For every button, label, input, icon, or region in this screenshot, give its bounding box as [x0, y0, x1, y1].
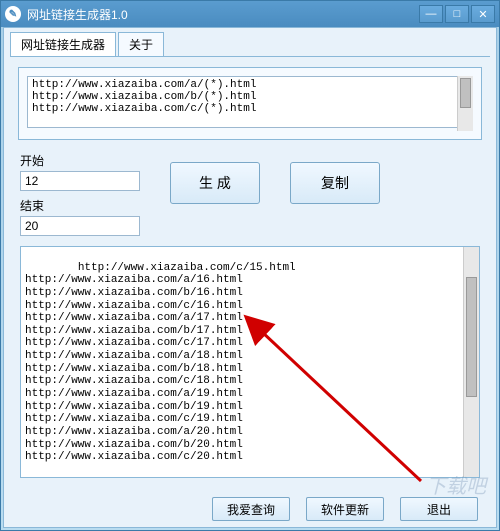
tab-about[interactable]: 关于 [118, 32, 164, 56]
controls-row: 开始 结束 生 成 复制 [18, 148, 482, 246]
start-input[interactable] [20, 171, 140, 191]
end-input[interactable] [20, 216, 140, 236]
exit-button[interactable]: 退出 [400, 497, 478, 521]
titlebar: ✎ 网址链接生成器1.0 — □ ✕ [1, 1, 499, 27]
generate-button[interactable]: 生 成 [170, 162, 260, 204]
output-content: http://www.xiazaiba.com/c/15.html http:/… [25, 262, 296, 464]
client-area: 网址链接生成器 关于 开始 结束 生 成 复制 [3, 27, 497, 528]
start-label: 开始 [20, 152, 140, 169]
minimize-button[interactable]: — [419, 5, 443, 23]
input-scrollbar[interactable] [457, 76, 473, 131]
bottom-bar: 我爱查询 软件更新 退出 [4, 497, 496, 521]
input-group [18, 67, 482, 140]
output-textarea[interactable]: http://www.xiazaiba.com/c/15.html http:/… [20, 246, 480, 478]
app-icon: ✎ [5, 6, 21, 22]
end-label: 结束 [20, 197, 140, 214]
app-window: ✎ 网址链接生成器1.0 — □ ✕ 网址链接生成器 关于 开始 [0, 0, 500, 531]
tab-generator[interactable]: 网址链接生成器 [10, 32, 116, 56]
main-panel: 开始 结束 生 成 复制 http://www.xiazaiba.com/c/1… [4, 57, 496, 488]
tab-bar: 网址链接生成器 关于 [4, 28, 496, 56]
template-textarea[interactable] [27, 76, 473, 128]
close-button[interactable]: ✕ [471, 5, 495, 23]
copy-button[interactable]: 复制 [290, 162, 380, 204]
output-scrollbar[interactable] [463, 247, 479, 477]
window-title: 网址链接生成器1.0 [27, 6, 419, 23]
maximize-button[interactable]: □ [445, 5, 469, 23]
update-button[interactable]: 软件更新 [306, 497, 384, 521]
query-button[interactable]: 我爱查询 [212, 497, 290, 521]
